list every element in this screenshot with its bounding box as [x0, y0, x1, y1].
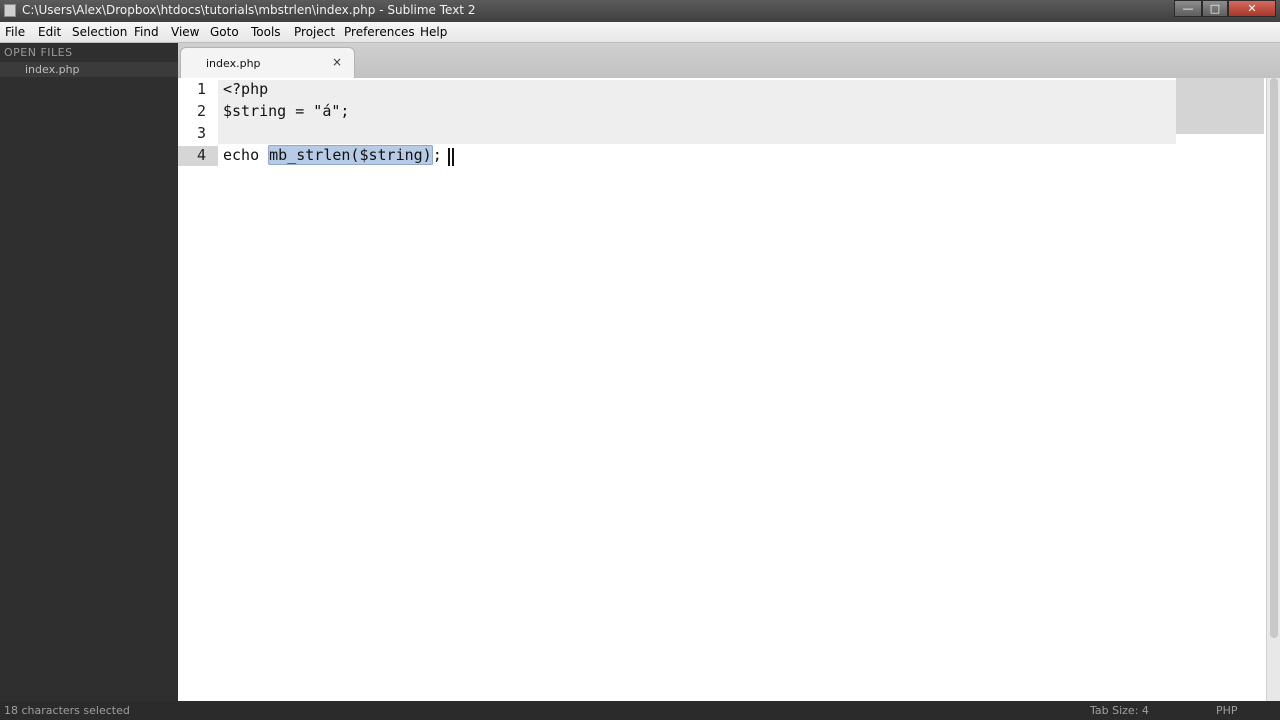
menu-tools[interactable]: Tools	[251, 25, 281, 39]
line-number: 2	[196, 102, 206, 120]
tab-index-php[interactable]: index.php ×	[180, 47, 355, 78]
minimap-viewport[interactable]	[1176, 78, 1264, 134]
menu-goto[interactable]: Goto	[210, 25, 239, 39]
sublime-app-icon	[4, 4, 16, 17]
line-gutter: 1 2 3 4	[178, 78, 218, 701]
scrollbar-thumb[interactable]	[1270, 78, 1278, 638]
tab-label: index.php	[206, 57, 261, 70]
menu-bar: File Edit Selection Find View Goto Tools…	[0, 22, 1280, 43]
tab-close-icon[interactable]: ×	[332, 55, 342, 69]
code-keyword-echo: echo	[223, 146, 269, 164]
menu-selection[interactable]: Selection	[72, 25, 127, 39]
menu-file[interactable]: File	[5, 25, 25, 39]
sublime-window: C:\Users\Alex\Dropbox\htdocs\tutorials\m…	[0, 0, 1280, 720]
vertical-scrollbar[interactable]	[1266, 78, 1280, 701]
code-line-4: echo mb_strlen($string);	[223, 145, 442, 165]
tab-bar: index.php ×	[178, 43, 1280, 79]
window-title: C:\Users\Alex\Dropbox\htdocs\tutorials\m…	[22, 3, 476, 17]
line-highlight	[218, 80, 1176, 144]
text-cursor-icon	[448, 148, 454, 166]
code-editor[interactable]: 1 2 3 4 <?php $string = "á"; echo mb_str…	[178, 78, 1266, 701]
sidebar: OPEN FILES index.php	[0, 43, 178, 701]
status-selection-count: 18 characters selected	[4, 704, 130, 717]
sidebar-header-open-files: OPEN FILES	[4, 46, 73, 59]
menu-preferences[interactable]: Preferences	[344, 25, 415, 39]
text-selection: mb_strlen($string)	[268, 145, 433, 165]
menu-help[interactable]: Help	[420, 25, 447, 39]
menu-edit[interactable]: Edit	[38, 25, 61, 39]
menu-view[interactable]: View	[171, 25, 199, 39]
close-window-button[interactable]: ✕	[1228, 0, 1276, 17]
status-bar: 18 characters selected Tab Size: 4 PHP	[0, 701, 1280, 720]
sidebar-item-label: index.php	[25, 63, 80, 76]
sidebar-item-index-php[interactable]: index.php	[0, 62, 178, 77]
menu-find[interactable]: Find	[134, 25, 159, 39]
line-number: 1	[196, 80, 206, 98]
maximize-button[interactable]: □	[1202, 0, 1228, 17]
code-line-2: $string = "á";	[223, 102, 350, 120]
code-semicolon: ;	[432, 146, 442, 164]
status-tab-size[interactable]: Tab Size: 4	[1090, 704, 1149, 717]
line-number-current: 4	[178, 146, 218, 166]
line-number: 3	[196, 124, 206, 142]
status-syntax[interactable]: PHP	[1216, 704, 1238, 717]
title-bar: C:\Users\Alex\Dropbox\htdocs\tutorials\m…	[0, 0, 1280, 22]
minimize-button[interactable]: —	[1174, 0, 1202, 17]
code-line-1: <?php	[223, 80, 269, 98]
menu-project[interactable]: Project	[294, 25, 335, 39]
